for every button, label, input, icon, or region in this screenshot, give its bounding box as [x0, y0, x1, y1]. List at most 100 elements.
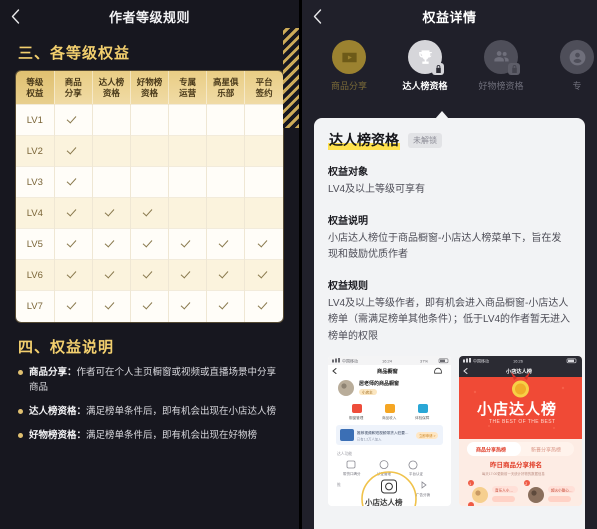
svg-text:超火小甜心…: 超火小甜心…: [551, 487, 573, 492]
benefit-icon-circle: [408, 40, 444, 75]
svg-text:16:26: 16:26: [513, 359, 524, 364]
svg-text:小店达人榜: 小店达人榜: [365, 497, 403, 506]
bullet-icon: [18, 409, 23, 415]
benefit-cell-empty: [206, 197, 246, 229]
svg-text:体验保障: 体验保障: [415, 415, 430, 420]
benefit-cell-checked: [168, 228, 208, 260]
svg-text:1: 1: [469, 482, 471, 486]
benefit-icon-tab-operation[interactable]: 专: [550, 40, 597, 92]
benefit-cell-empty: [130, 135, 170, 167]
benefit-note-text: 达人榜资格：满足榜单条件后，即有机会出现在小店达人榜: [29, 406, 277, 418]
check-icon: [144, 238, 155, 249]
table-header-row: 等级 权益 商品 分享 达人榜 资格 好物榜 资格 专属 运营 高星俱 乐部 平台 签约: [16, 71, 283, 105]
daren-leaderboard-screenshot[interactable]: 中国移动 16:26 小店达人榜 小店达人榜 THE BEST OF THE B…: [459, 356, 582, 506]
check-icon: [68, 238, 79, 249]
benefit-cell-empty: [130, 166, 170, 198]
status-badge: 未解锁: [408, 132, 442, 148]
benefit-cell-checked: [206, 228, 246, 260]
benefit-cell-checked: [92, 228, 131, 260]
benefit-cell-empty: [206, 166, 246, 198]
benefit-cell-checked: [244, 259, 283, 291]
benefit-cell-checked: [244, 290, 283, 322]
benefit-icon-tab-video-play[interactable]: 商品分享: [322, 40, 376, 92]
table-row: LV7: [16, 290, 283, 322]
benefit-cell-empty: [168, 166, 208, 198]
check-icon: [220, 238, 231, 249]
back-button[interactable]: [0, 0, 30, 32]
section-heading-benefits: 三、各等级权益: [18, 45, 131, 62]
table-row: LV5: [16, 228, 283, 260]
lock-badge: [508, 63, 520, 75]
benefit-cell-empty: [168, 104, 208, 136]
detail-block: 权益规则 LV4及以上等级作者，即有机会进入商品橱窗-小店达人榜单（需满足榜单其他…: [328, 277, 571, 346]
svg-text:推荐视频和短视频带货入驻要…: 推荐视频和短视频带货入驻要…: [357, 430, 409, 435]
svg-text:已有1.2万人加入: 已有1.2万人加入: [357, 437, 382, 442]
benefit-cell-empty: [130, 104, 170, 136]
card-title-row: 达人榜资格 未解锁: [328, 130, 571, 150]
table-col-header: 达人榜 资格: [92, 71, 131, 105]
svg-text:橱窗管理: 橱窗管理: [349, 415, 364, 420]
level-cell: LV4: [16, 197, 55, 229]
svg-text:37%: 37%: [420, 359, 428, 364]
author-level-rules-page: 作者等级规则 三、各等级权益 等级 权益 商品 分享 达人榜 资格 好物榜 资格 专属 运营 高星俱…: [0, 0, 299, 529]
benefit-detail-card: 达人榜资格 未解锁 权益对象 LV4及以上等级可享有权益说明 小店达人榜位于商品橱窗…: [314, 118, 585, 529]
svg-text:商品橱窗: 商品橱窗: [377, 367, 398, 375]
level-cell: LV6: [16, 259, 55, 291]
check-icon: [259, 238, 270, 249]
benefit-cell-checked: [168, 290, 208, 322]
benefit-cell-checked: [54, 259, 93, 291]
benefit-detail-page: 权益详情 商品分享 达人榜资格 好物榜资格专 达人榜资格 未解锁 权益对象 LV4及以…: [302, 0, 597, 529]
benefit-cell-empty: [206, 135, 246, 167]
check-icon: [68, 114, 79, 125]
benefit-note-term: 商品分享：: [29, 366, 77, 378]
benefit-cell-checked: [54, 290, 93, 322]
check-icon: [144, 300, 155, 311]
benefit-icon-tab-trophy[interactable]: 达人榜资格: [398, 40, 452, 92]
table-col-header: 专属 运营: [168, 71, 208, 105]
detail-block-body: LV4及以上等级作者，即有机会进入商品橱窗-小店达人榜单（需满足榜单其他条件）；…: [328, 297, 571, 342]
benefit-cell-checked: [54, 228, 93, 260]
benefit-icon-label: 达人榜资格: [402, 81, 448, 91]
check-icon: [144, 207, 155, 218]
benefit-notes-list: 商品分享：作者可在个人主页橱窗或视频或直播场景中分享商品 达人榜资格：满足榜单条件…: [0, 365, 299, 444]
benefit-cell-empty: [92, 135, 131, 167]
detail-block-body: LV4及以上等级可享有: [328, 184, 426, 195]
benefit-note: 好物榜资格：满足榜单条件后，即有机会出现在好物榜: [0, 428, 299, 443]
benefit-cell-empty: [244, 197, 283, 229]
benefit-cell-checked: [168, 259, 208, 291]
benefit-icon-tab-people[interactable]: 好物榜资格: [474, 40, 528, 92]
benefit-cell-checked: [206, 290, 246, 322]
svg-text:2: 2: [525, 482, 527, 486]
benefit-note-term: 达人榜资格：: [29, 406, 87, 418]
left-navbar: 作者等级规则: [0, 0, 299, 32]
benefit-cell-empty: [244, 166, 283, 198]
svg-text:中国移动: 中国移动: [342, 358, 358, 364]
benefit-icon-circle: [484, 40, 520, 75]
check-icon: [182, 269, 193, 280]
check-icon: [106, 238, 117, 249]
svg-text:平台认证: 平台认证: [409, 471, 423, 476]
benefit-cell-checked: [54, 135, 93, 167]
benefit-cell-checked: [92, 197, 131, 229]
video-play-icon: [341, 52, 357, 62]
svg-text:昨日商品分享排名: 昨日商品分享排名: [490, 460, 542, 469]
detail-block: 权益说明 小店达人榜位于商品橱窗-小店达人榜菜单下，旨在发现和鼓励优质作者: [328, 212, 571, 264]
svg-text:音乐人小…: 音乐人小…: [495, 487, 513, 492]
benefit-cell-empty: [244, 135, 283, 167]
check-icon: [259, 269, 270, 280]
benefit-cell-checked: [130, 228, 170, 260]
card-blocks: 权益对象 LV4及以上等级可享有权益说明 小店达人榜位于商品橱窗-小店达人榜菜单下，…: [328, 163, 571, 345]
check-icon: [106, 269, 117, 280]
benefit-cell-checked: [244, 228, 283, 260]
benefit-icon-circle: [560, 40, 594, 74]
benefit-icon-label: 专: [572, 81, 582, 91]
check-icon: [68, 145, 79, 156]
level-cell: LV5: [16, 228, 55, 260]
shop-window-screenshot[interactable]: 中国移动 16:24 37% 商品橱窗 居老师的商品橱窗 小店主 橱窗管理 商品…: [328, 356, 451, 506]
detail-block-heading: 权益对象: [328, 167, 368, 178]
back-button-detail[interactable]: [302, 0, 332, 32]
check-icon: [259, 300, 270, 311]
svg-text:THE BEST OF THE BEST: THE BEST OF THE BEST: [489, 419, 555, 425]
level-benefits-table: 等级 权益 商品 分享 达人榜 资格 好物榜 资格 专属 运营 高星俱 乐部 平台 签约 LV1 LV2 LV…: [16, 71, 283, 322]
benefit-icon-label: 商品分享: [330, 81, 367, 91]
